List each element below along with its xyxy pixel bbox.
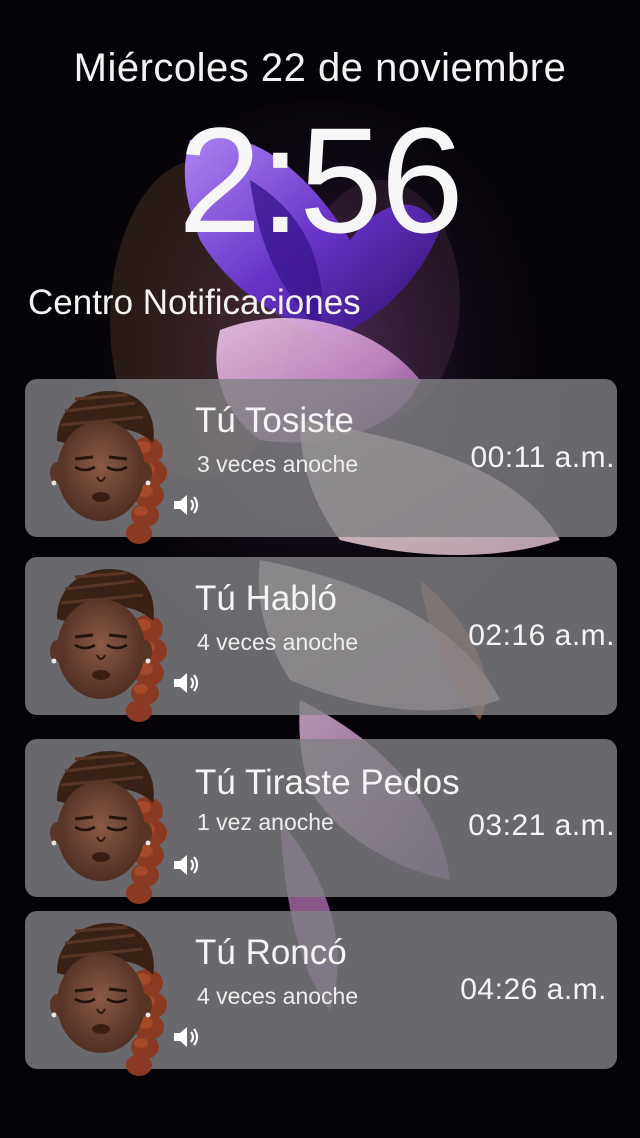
speaker-icon[interactable] (171, 851, 201, 879)
memoji-avatar (35, 381, 185, 551)
notification-card[interactable]: Tú Roncó 4 veces anoche 04:26 a.m. (25, 911, 617, 1083)
notification-title: Tú Habló (195, 579, 338, 618)
audio-waveform[interactable] (207, 983, 403, 1083)
notification-time: 04:26 a.m. (460, 973, 607, 1006)
notification-subtitle: 1 vez anoche (197, 809, 334, 835)
notification-card[interactable]: Tú Tiraste Pedos 1 vez anoche 03:21 a.m. (25, 739, 617, 897)
speaker-icon[interactable] (171, 669, 201, 697)
audio-waveform[interactable] (207, 481, 403, 529)
notification-time: 03:21 a.m. (468, 809, 615, 842)
notification-subtitle: 3 veces anoche (197, 451, 359, 477)
memoji-avatar (35, 559, 185, 729)
speaker-icon[interactable] (171, 491, 201, 519)
notification-title: Tú Tiraste Pedos (195, 763, 460, 802)
memoji-avatar (35, 741, 185, 911)
audio-waveform[interactable] (207, 659, 403, 707)
notification-time: 02:16 a.m. (468, 619, 615, 652)
notification-center-title: Centro Notificaciones (28, 283, 361, 322)
notification-card[interactable]: Tú Tosiste 3 veces anoche 00:11 a.m. (25, 379, 617, 537)
audio-waveform[interactable] (207, 841, 403, 889)
notification-title: Tú Tosiste (195, 401, 354, 440)
notification-subtitle: 4 veces anoche (197, 983, 359, 1009)
lockscreen-clock: 2:56 (178, 96, 464, 264)
notification-title: Tú Roncó (195, 933, 347, 972)
notification-time: 00:11 a.m. (470, 441, 615, 474)
lockscreen-date: Miércoles 22 de noviembre (73, 46, 567, 90)
notification-card[interactable]: Tú Habló 4 veces anoche 02:16 a.m. (25, 557, 617, 715)
memoji-avatar (35, 913, 185, 1083)
speaker-icon[interactable] (171, 1023, 201, 1051)
notification-subtitle: 4 veces anoche (197, 629, 359, 655)
